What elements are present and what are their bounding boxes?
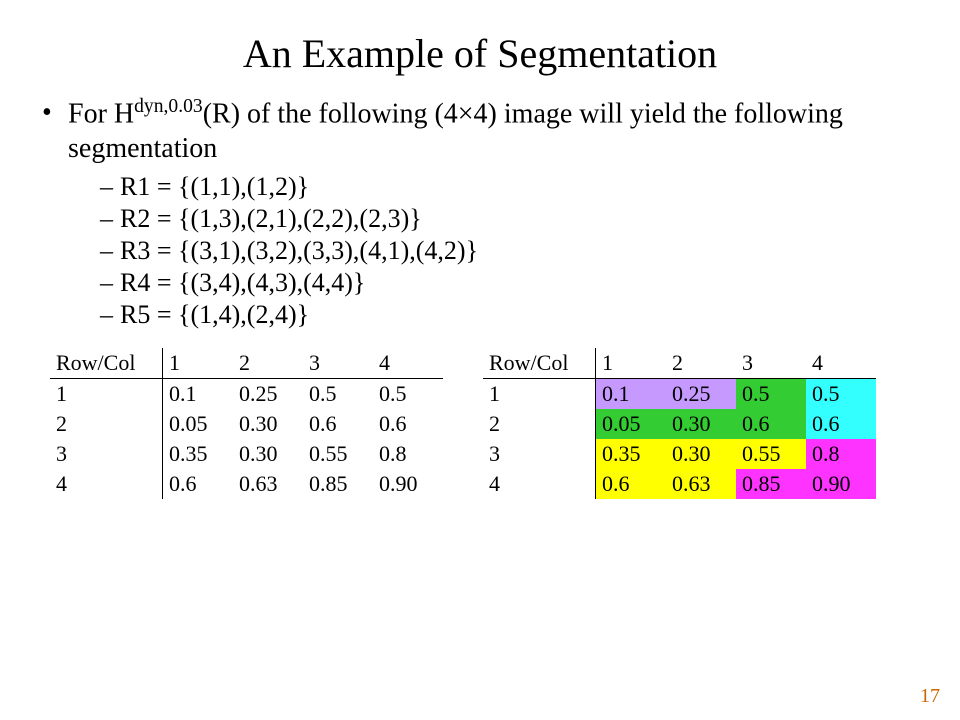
cell: 0.35: [163, 439, 234, 469]
table-header: Row/Col: [483, 348, 596, 379]
table-header: 4: [806, 348, 876, 379]
row-label: 1: [50, 379, 163, 410]
table-header: 4: [373, 348, 443, 379]
page-number: 17: [920, 685, 940, 708]
cell: 0.1: [163, 379, 234, 410]
cell: 0.90: [806, 469, 876, 499]
cell: 0.5: [373, 379, 443, 410]
list-item: R5 = {(1,4),(2,4)}: [100, 300, 920, 330]
row-label: 3: [483, 439, 596, 469]
cell: 0.5: [303, 379, 373, 410]
list-item: R2 = {(1,3),(2,1),(2,2),(2,3)}: [100, 204, 920, 234]
table-row: 3 0.35 0.30 0.55 0.8: [50, 439, 443, 469]
table-header: 1: [596, 348, 667, 379]
table-row: 3 0.35 0.30 0.55 0.8: [483, 439, 876, 469]
cell: 0.63: [233, 469, 303, 499]
table-header: 2: [666, 348, 736, 379]
table-row: 4 0.6 0.63 0.85 0.90: [50, 469, 443, 499]
cell: 0.5: [736, 379, 806, 410]
table-header: Row/Col: [50, 348, 163, 379]
cell: 0.05: [596, 409, 667, 439]
row-label: 2: [50, 409, 163, 439]
cell: 0.35: [596, 439, 667, 469]
region-list: R1 = {(1,1),(1,2)} R2 = {(1,3),(2,1),(2,…: [40, 172, 920, 330]
table-segmented: Row/Col 1 2 3 4 1 0.1 0.25 0.5 0.5 2 0.0: [483, 348, 876, 499]
row-label: 1: [483, 379, 596, 410]
cell: 0.25: [666, 379, 736, 410]
table-header: 1: [163, 348, 234, 379]
table-row: 1 0.1 0.25 0.5 0.5: [50, 379, 443, 410]
cell: 0.30: [666, 439, 736, 469]
cell: 0.6: [303, 409, 373, 439]
table-header: 3: [736, 348, 806, 379]
cell: 0.30: [233, 439, 303, 469]
cell: 0.6: [736, 409, 806, 439]
cell: 0.90: [373, 469, 443, 499]
table-header: 2: [233, 348, 303, 379]
cell: 0.6: [373, 409, 443, 439]
row-label: 4: [50, 469, 163, 499]
table-header: 3: [303, 348, 373, 379]
cell: 0.8: [373, 439, 443, 469]
cell: 0.63: [666, 469, 736, 499]
row-label: 4: [483, 469, 596, 499]
row-label: 3: [50, 439, 163, 469]
table-row: 2 0.05 0.30 0.6 0.6: [50, 409, 443, 439]
cell: 0.25: [233, 379, 303, 410]
cell: 0.6: [596, 469, 667, 499]
table-row: 1 0.1 0.25 0.5 0.5: [483, 379, 876, 410]
table-plain: Row/Col 1 2 3 4 1 0.1 0.25 0.5 0.5 2 0.0: [50, 348, 443, 499]
cell: 0.85: [303, 469, 373, 499]
list-item: R1 = {(1,1),(1,2)}: [100, 172, 920, 202]
table-row: 4 0.6 0.63 0.85 0.90: [483, 469, 876, 499]
list-item: R3 = {(3,1),(3,2),(3,3),(4,1),(4,2)}: [100, 236, 920, 266]
cell: 0.1: [596, 379, 667, 410]
cell: 0.55: [736, 439, 806, 469]
list-item: R4 = {(3,4),(4,3),(4,4)}: [100, 268, 920, 298]
cell: 0.5: [806, 379, 876, 410]
intro-text: For Hdyn,0.03(R) of the following (4×4) …: [40, 95, 920, 166]
cell: 0.05: [163, 409, 234, 439]
cell: 0.55: [303, 439, 373, 469]
cell: 0.6: [806, 409, 876, 439]
page-title: An Example of Segmentation: [40, 30, 920, 77]
row-label: 2: [483, 409, 596, 439]
cell: 0.30: [666, 409, 736, 439]
cell: 0.85: [736, 469, 806, 499]
table-row: 2 0.05 0.30 0.6 0.6: [483, 409, 876, 439]
cell: 0.6: [163, 469, 234, 499]
cell: 0.8: [806, 439, 876, 469]
cell: 0.30: [233, 409, 303, 439]
